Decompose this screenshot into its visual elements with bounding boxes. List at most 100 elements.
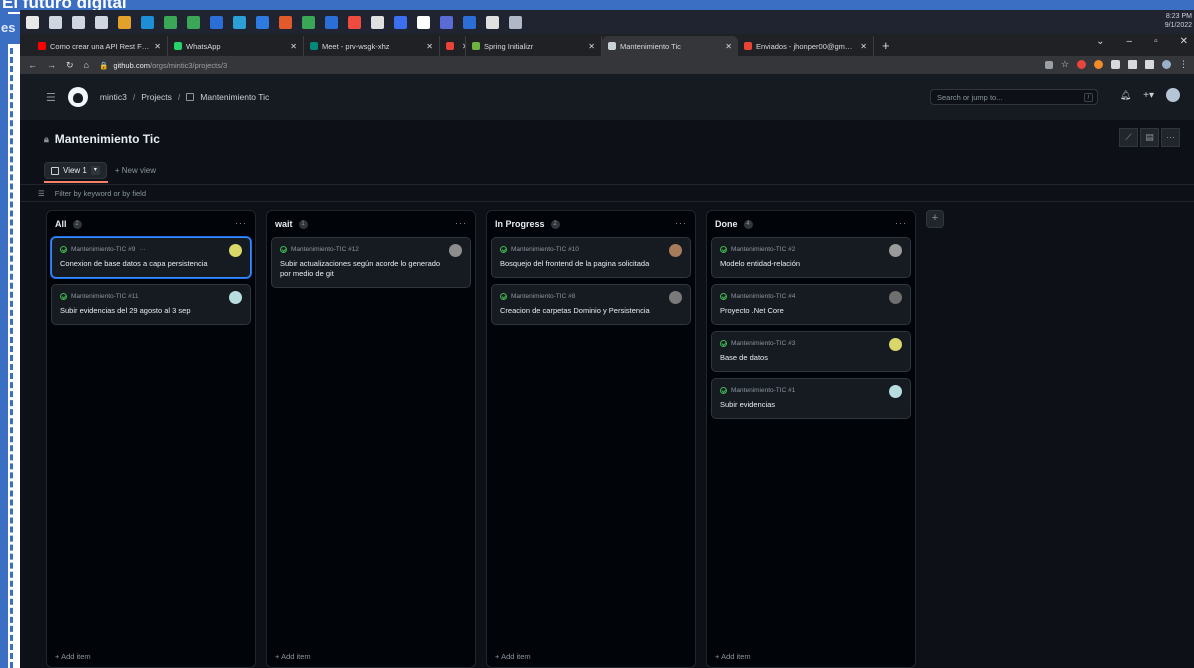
tab-close-icon[interactable]: ✕ xyxy=(426,42,433,51)
assignee-avatar[interactable] xyxy=(889,385,902,398)
card-repo-ref[interactable]: Mantenimiento-TIC #1 xyxy=(731,387,795,394)
card-title[interactable]: Modelo entidad-relación xyxy=(720,259,902,269)
bookmark-star-icon[interactable]: ☆ xyxy=(1061,59,1069,70)
card-title[interactable]: Subir evidencias del 29 agosto al 3 sep xyxy=(60,306,242,316)
assignee-avatar[interactable] xyxy=(229,244,242,257)
tab-close-icon[interactable]: ✕ xyxy=(725,42,732,51)
tab-view-1[interactable]: View 1 ▾ xyxy=(44,162,107,179)
taskbar-app-icon[interactable] xyxy=(417,15,430,29)
browser-tab[interactable]: Meet - prv-wsgk-xhz ✕ xyxy=(304,36,440,56)
home-icon[interactable]: ⌂ xyxy=(84,60,89,70)
card-repo-ref[interactable]: Mantenimiento-TIC #3 xyxy=(731,340,795,347)
assignee-avatar[interactable] xyxy=(229,291,242,304)
extension-red-icon[interactable] xyxy=(1077,60,1086,69)
layout-icon[interactable]: ▤ xyxy=(1140,128,1159,147)
sidebar-icon[interactable] xyxy=(1145,60,1154,69)
column-menu-icon[interactable]: ··· xyxy=(895,218,907,228)
filter-bar[interactable]: ☰ Filter by keyword or by field xyxy=(20,184,1194,202)
taskbar-app-icon[interactable] xyxy=(279,15,292,29)
search-input[interactable]: Search or jump to... / xyxy=(930,89,1098,105)
add-item-button[interactable]: + Add item xyxy=(715,652,751,661)
share-icon[interactable] xyxy=(1044,60,1053,69)
reload-icon[interactable]: ↻ xyxy=(66,60,74,71)
assignee-avatar[interactable] xyxy=(889,291,902,304)
taskbar-app-icon[interactable] xyxy=(118,15,131,29)
create-new-icon[interactable]: +▾ xyxy=(1143,90,1154,101)
card-title[interactable]: Creacion de carpetas Dominio y Persisten… xyxy=(500,306,682,316)
tab-close-icon[interactable]: ✕ xyxy=(588,42,595,51)
hamburger-menu-icon[interactable]: ☰ xyxy=(46,91,56,104)
taskbar-app-icon[interactable] xyxy=(463,15,476,29)
card-title[interactable]: Bosquejo del frontend de la pagina solic… xyxy=(500,259,682,269)
browser-tab[interactable]: Como crear una API Rest Full co ✕ xyxy=(32,36,168,56)
card-title[interactable]: Conexion de base datos a capa persistenc… xyxy=(60,259,242,269)
breadcrumb-org[interactable]: mintic3 xyxy=(100,92,127,102)
card-repo-ref[interactable]: Mantenimiento-TIC #2 xyxy=(731,246,795,253)
taskbar-app-icon[interactable] xyxy=(440,15,453,29)
card-repo-ref[interactable]: Mantenimiento-TIC #12 xyxy=(291,246,359,253)
taskbar-app-icon[interactable] xyxy=(486,15,499,29)
minimize-icon[interactable]: – xyxy=(1127,36,1133,47)
tab-close-icon[interactable]: ✕ xyxy=(154,42,161,51)
issue-card[interactable]: Mantenimiento-TIC #3 Base de datos xyxy=(711,331,911,372)
issue-card[interactable]: Mantenimiento-TIC #8 Creacion de carpetas… xyxy=(491,284,691,325)
add-item-button[interactable]: + Add item xyxy=(55,652,91,661)
card-repo-ref[interactable]: Mantenimiento-TIC #9 xyxy=(71,246,135,253)
taskbar-app-icon[interactable] xyxy=(371,15,384,29)
issue-card[interactable]: Mantenimiento-TIC #11 Subir evidencias de… xyxy=(51,284,251,325)
card-repo-ref[interactable]: Mantenimiento-TIC #10 xyxy=(511,246,579,253)
extensions-puzzle-icon[interactable] xyxy=(1128,60,1137,69)
breadcrumb-project[interactable]: Mantenimiento Tic xyxy=(200,92,269,102)
add-item-button[interactable]: + Add item xyxy=(495,652,531,661)
browser-tab[interactable]: Spring Initializr ✕ xyxy=(466,36,602,56)
close-window-icon[interactable]: ✕ xyxy=(1180,36,1188,47)
extension-orange-icon[interactable] xyxy=(1094,60,1103,69)
new-tab-button[interactable]: + xyxy=(874,36,898,56)
assignee-avatar[interactable] xyxy=(889,244,902,257)
browser-tab[interactable]: WhatsApp ✕ xyxy=(168,36,304,56)
tab-search-icon[interactable]: ⌄ xyxy=(1096,36,1104,47)
taskbar-app-icon[interactable] xyxy=(49,15,62,29)
add-column-button[interactable]: + xyxy=(926,210,944,228)
taskbar-app-icon[interactable] xyxy=(72,15,85,29)
issue-card[interactable]: Mantenimiento-TIC #4 Proyecto .Net Core xyxy=(711,284,911,325)
insights-icon[interactable]: ⟋ xyxy=(1119,128,1138,147)
card-title[interactable]: Subir actualizaciones según acorde lo ge… xyxy=(280,259,462,279)
taskbar-app-icon[interactable] xyxy=(95,15,108,29)
card-title[interactable]: Proyecto .Net Core xyxy=(720,306,902,316)
card-title[interactable]: Subir evidencias xyxy=(720,400,902,410)
tab-close-icon[interactable]: ✕ xyxy=(860,42,867,51)
chevron-down-icon[interactable]: ▾ xyxy=(90,166,100,175)
taskbar-app-icon[interactable] xyxy=(509,15,522,29)
taskbar-app-icon[interactable] xyxy=(302,15,315,29)
column-menu-icon[interactable]: ··· xyxy=(455,218,467,228)
card-repo-ref[interactable]: Mantenimiento-TIC #11 xyxy=(71,293,138,300)
back-icon[interactable]: ← xyxy=(28,60,37,70)
taskbar-app-icon[interactable] xyxy=(325,15,338,29)
issue-card[interactable]: Mantenimiento-TIC #2 Modelo entidad-relac… xyxy=(711,237,911,278)
browser-tab[interactable]: Mantenimiento Tic ✕ xyxy=(602,36,738,56)
breadcrumb-projects[interactable]: Projects xyxy=(141,92,172,102)
taskbar-app-icon[interactable] xyxy=(233,15,246,29)
issue-card[interactable]: Mantenimiento-TIC #10 Bosquejo del fronte… xyxy=(491,237,691,278)
extension-icon[interactable] xyxy=(1111,60,1120,69)
add-item-button[interactable]: + Add item xyxy=(275,652,311,661)
taskbar-app-icon[interactable] xyxy=(164,15,177,29)
card-title[interactable]: Base de datos xyxy=(720,353,902,363)
github-logo-icon[interactable] xyxy=(67,87,88,107)
taskbar-app-icon[interactable] xyxy=(256,15,269,29)
project-menu-icon[interactable]: ··· xyxy=(1161,128,1180,147)
taskbar-app-icon[interactable] xyxy=(348,15,361,29)
card-repo-ref[interactable]: Mantenimiento-TIC #8 xyxy=(511,293,575,300)
browser-tab[interactable]: Enviados - jhonper00@gmail.co ✕ xyxy=(738,36,874,56)
assignee-avatar[interactable] xyxy=(669,244,682,257)
taskbar-app-icon[interactable] xyxy=(394,15,407,29)
forward-icon[interactable]: → xyxy=(47,60,56,70)
assignee-avatar[interactable] xyxy=(449,244,462,257)
assignee-avatar[interactable] xyxy=(669,291,682,304)
issue-card[interactable]: Mantenimiento-TIC #9 ··· Conexion de base … xyxy=(51,237,251,278)
issue-card[interactable]: Mantenimiento-TIC #12 Subir actualizacion… xyxy=(271,237,471,288)
taskbar-clock[interactable]: 8:23 PM 9/1/2022 xyxy=(1165,12,1192,30)
windows-start-icon[interactable] xyxy=(26,15,39,29)
user-avatar[interactable] xyxy=(1166,88,1180,102)
